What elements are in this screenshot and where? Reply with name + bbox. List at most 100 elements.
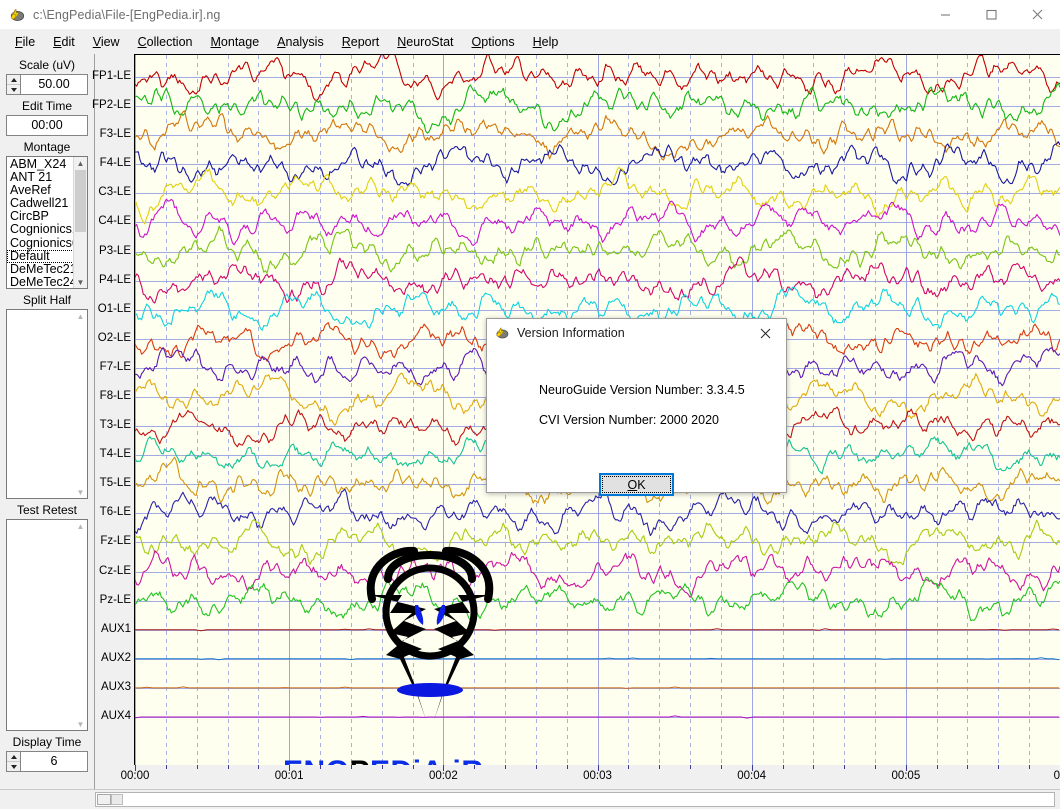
scroll-thumb-right[interactable] [111,794,123,805]
montage-item-cognionics19[interactable]: Cognionics19 [7,223,74,236]
edit-time-value[interactable]: 00:00 [6,115,88,136]
test-retest-listbox[interactable]: ▲ ▼ [6,519,88,731]
channel-label-pz-le: Pz-LE [99,593,131,606]
montage-scroll-thumb[interactable] [75,170,86,232]
dialog-close-button[interactable] [744,319,786,347]
menu-collection[interactable]: Collection [129,32,202,52]
test-retest-scrollbar[interactable]: ▲ ▼ [74,520,87,730]
channel-label-f7-le: F7-LE [99,360,131,373]
neuroguide-window: c:\EngPedia\File-[EngPedia.ir].ng File Ed… [0,0,1060,809]
menu-help[interactable]: Help [524,32,568,52]
scale-spin-arrows[interactable] [6,74,20,95]
eeg-trace-p3-le [135,225,1060,274]
menu-view[interactable]: View [84,32,129,52]
menu-neurostat[interactable]: NeuroStat [388,32,462,52]
watermark-text: ENGPEDiA.iR [283,755,484,765]
test-retest-scroll-down-icon[interactable]: ▼ [74,718,87,730]
maximize-button[interactable] [968,0,1014,29]
menu-file[interactable]: File [6,32,44,52]
channel-label-c4-le: C4-LE [98,215,131,228]
scale-stepper[interactable]: 50.00 [6,74,88,95]
neuroguide-version-text: NeuroGuide Version Number: 3.3.4.5 [539,383,745,397]
split-half-label: Split Half [22,293,72,307]
test-retest-scroll-up-icon[interactable]: ▲ [74,520,87,532]
montage-item-demetec21[interactable]: DeMeTec21 [7,262,74,276]
time-tick-label: 00:05 [891,770,921,782]
split-half-scrollbar[interactable]: ▲ ▼ [74,310,87,498]
time-tick-label: 00:03 [583,770,612,782]
channel-label-fp2-le: FP2-LE [92,99,131,112]
montage-listbox[interactable]: ABM_X24 ANT 21 AveRef Cadwell21 CircBP Cognio… [6,156,88,289]
montage-label: Montage [23,140,71,154]
channel-label-aux1: AUX1 [100,622,131,635]
window-controls [922,0,1060,29]
time-tick-label: 00 [1053,770,1060,782]
scale-value[interactable]: 50.00 [20,74,88,95]
display-time-spin-up[interactable] [7,752,20,762]
dialog-ok-label: OK [627,477,646,492]
time-tick-label: 00:01 [274,770,304,782]
title-bar: c:\EngPedia\File-[EngPedia.ir].ng [0,0,1060,30]
display-time-spin-down[interactable] [7,762,20,771]
time-tick-label: 00:04 [737,770,767,782]
menu-analysis[interactable]: Analysis [268,32,333,52]
channel-label-cz-le: Cz-LE [99,564,131,577]
scale-spin-up[interactable] [7,75,20,85]
menu-options[interactable]: Options [463,32,524,52]
horizontal-scrollbar[interactable] [95,792,1055,807]
channel-label-aux4: AUX4 [100,710,131,722]
minimize-button[interactable] [922,0,968,29]
test-retest-label: Test Retest [16,503,78,517]
dialog-title-bar: Version Information [487,319,786,347]
montage-scrollbar[interactable]: ▲ ▼ [73,157,87,288]
split-half-scroll-down-icon[interactable]: ▼ [74,486,87,498]
montage-scroll-down-icon[interactable]: ▼ [74,276,87,288]
montage-item-default[interactable]: Default [7,249,74,263]
scroll-thumb-left[interactable] [97,794,111,805]
channel-label-f3-le: F3-LE [99,128,131,141]
channel-label-f4-le: F4-LE [99,157,131,170]
close-button[interactable] [1014,0,1060,29]
montage-item-cognionics6[interactable]: Cognionics6 [7,236,74,250]
menu-montage[interactable]: Montage [202,32,269,52]
time-tick-label: 00:00 [120,770,150,782]
channel-label-o2-le: O2-LE [97,331,131,344]
menu-bar: File Edit View Collection Montage Analysis Rep… [0,29,1060,54]
channel-label-p3-le: P3-LE [99,244,131,257]
window-title: c:\EngPedia\File-[EngPedia.ir].ng [33,7,221,22]
channel-label-t3-le: T3-LE [99,419,131,432]
channel-label-c3-le: C3-LE [98,186,131,199]
dialog-app-icon [494,325,510,341]
split-half-listbox[interactable]: ▲ ▼ [6,309,88,499]
dialog-title: Version Information [517,326,625,340]
dialog-ok-button[interactable]: OK [599,473,674,496]
app-icon [8,6,26,24]
version-information-dialog: Version Information NeuroGuide Version N… [486,318,787,496]
display-time-spin-arrows[interactable] [6,751,20,772]
eeg-trace-aux3 [135,686,1059,689]
channel-label-f8-le: F8-LE [99,390,131,402]
scale-label: Scale (uV) [18,58,76,72]
split-half-scroll-up-icon[interactable]: ▲ [74,310,87,322]
watermark-text-p: P [350,755,371,765]
channel-label-t4-le: T4-LE [99,448,131,461]
display-time-label: Display Time [12,735,82,749]
split-half-items [7,310,74,498]
eeg-trace-cz-le [135,550,1060,598]
channel-label-column: FP1-LE FP2-LE F3-LE F4-LE C3-LE C4-LE P3-LE P4-… [92,54,134,765]
montage-item-demetec24[interactable]: DeMeTec24 [7,275,74,288]
channel-label-o1-le: O1-LE [97,302,131,315]
menu-edit[interactable]: Edit [44,32,84,52]
montage-scroll-up-icon[interactable]: ▲ [74,157,87,169]
menu-report[interactable]: Report [333,32,389,52]
time-tick-label: 00:02 [428,770,458,782]
channel-label-aux2: AUX2 [100,651,131,664]
display-time-stepper[interactable]: 6 [6,751,88,772]
channel-label-p4-le: P4-LE [99,273,131,286]
test-retest-items [7,520,74,730]
time-axis: 00:00 00:01 00:02 00:03 00:04 00:05 00 [95,765,1060,789]
cvi-version-text: CVI Version Number: 2000 2020 [539,413,719,427]
channel-label-t5-le: T5-LE [99,477,131,490]
display-time-value[interactable]: 6 [20,751,88,772]
scale-spin-down[interactable] [7,85,20,94]
